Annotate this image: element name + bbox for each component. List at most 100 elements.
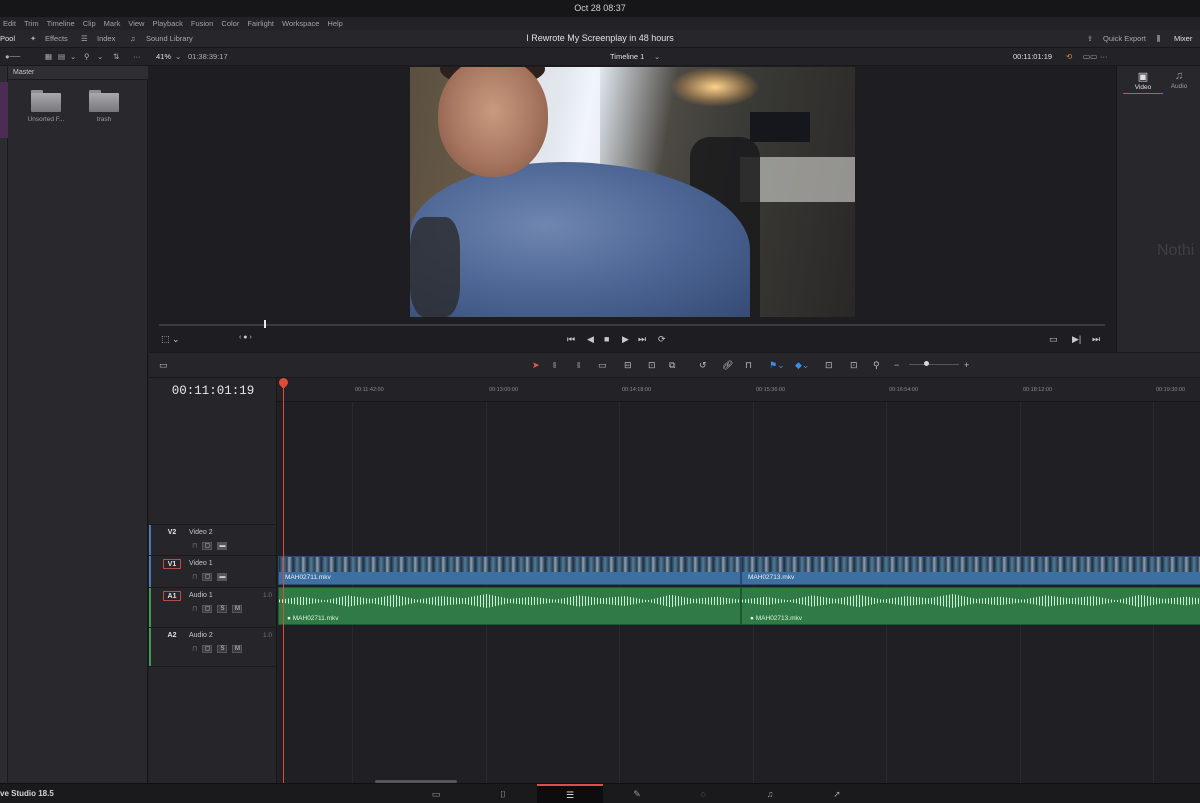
mute-button[interactable]: M: [232, 645, 243, 653]
menu-clip[interactable]: Clip: [83, 19, 96, 28]
edit-page-button[interactable]: ☰: [537, 784, 603, 803]
quick-export-button[interactable]: Quick Export: [1103, 34, 1146, 43]
insert-clip-icon[interactable]: ⊟: [624, 360, 632, 371]
audio-clip[interactable]: ● MAH02711.mkv: [278, 587, 741, 625]
track-header-v2[interactable]: V2 Video 2 ⊓ ▢ ▬: [149, 524, 277, 555]
color-page-button[interactable]: ◌: [670, 784, 736, 803]
media-pool-button[interactable]: Pool: [0, 34, 15, 43]
sound-library-button[interactable]: Sound Library: [146, 34, 193, 43]
zoom-slider-handle[interactable]: [924, 361, 929, 366]
play-reverse-icon[interactable]: ◀: [587, 334, 594, 345]
menu-color[interactable]: Color: [221, 19, 239, 28]
loop-icon[interactable]: ⟳: [658, 334, 666, 345]
tab-video[interactable]: ▣ Video: [1123, 70, 1163, 94]
menu-mark[interactable]: Mark: [104, 19, 121, 28]
chevron-down-icon[interactable]: ⌄: [97, 52, 103, 61]
sort-icon[interactable]: ⇅: [113, 52, 119, 61]
chevron-down-icon[interactable]: ⌄: [175, 52, 181, 61]
menu-workspace[interactable]: Workspace: [282, 19, 319, 28]
custom-zoom-icon[interactable]: ⚲: [873, 360, 880, 371]
export-icon[interactable]: ⇪: [1087, 34, 1093, 43]
chevron-down-icon[interactable]: ⌄: [654, 52, 660, 61]
timeline-ruler[interactable]: 00:11:42:00 00:13:00:00 00:14:18:00 00:1…: [277, 378, 1200, 402]
viewer-scrub-handle[interactable]: [264, 320, 266, 328]
snapping-icon[interactable]: ↺: [699, 360, 707, 371]
menu-fairlight[interactable]: Fairlight: [247, 19, 274, 28]
search-icon[interactable]: ⚲: [84, 52, 90, 61]
solo-button[interactable]: S: [217, 645, 228, 653]
clip-sync-icon[interactable]: ⟲: [1066, 52, 1072, 61]
track-id[interactable]: V1: [163, 559, 181, 569]
track-header-a1[interactable]: A1 Audio 1 1.0 ⊓ ▢ S M: [149, 587, 277, 627]
media-page-button[interactable]: ▭: [403, 784, 469, 803]
deliver-page-button[interactable]: ➚: [804, 784, 870, 803]
menu-trim[interactable]: Trim: [24, 19, 39, 28]
replace-clip-icon[interactable]: ⧉: [669, 360, 675, 371]
lock-icon[interactable]: ⊓: [745, 360, 752, 371]
mixer-icon[interactable]: ⫼: [1157, 34, 1160, 44]
last-frame-icon[interactable]: ⏭: [1092, 334, 1100, 345]
menu-playback[interactable]: Playback: [152, 19, 182, 28]
auto-select-icon[interactable]: ▢: [202, 605, 213, 613]
menu-edit[interactable]: Edit: [3, 19, 16, 28]
auto-select-icon[interactable]: ▢: [202, 573, 213, 581]
track-name[interactable]: Video 1: [189, 560, 213, 567]
dynamic-trim-icon[interactable]: ⧛: [577, 360, 580, 371]
full-extent-zoom-icon[interactable]: ⊡: [825, 360, 833, 371]
next-edit-icon[interactable]: ▶|: [1072, 334, 1081, 345]
track-header-a2[interactable]: A2 Audio 2 1.0 ⊓ ▢ S M: [149, 627, 277, 667]
track-name[interactable]: Audio 1: [189, 592, 213, 599]
folder-unsorted[interactable]: Unsorted F...: [24, 90, 68, 123]
index-icon[interactable]: ☰: [81, 34, 88, 43]
track-name[interactable]: Audio 2: [189, 632, 213, 639]
more-options-icon[interactable]: ···: [133, 52, 141, 61]
menu-help[interactable]: Help: [327, 19, 342, 28]
flag-icon[interactable]: ⚑⌄: [769, 360, 785, 371]
trim-tool-icon[interactable]: ⧚: [553, 360, 556, 371]
overwrite-clip-icon[interactable]: ⊡: [648, 360, 656, 371]
go-to-start-icon[interactable]: ⏮: [567, 334, 575, 345]
play-icon[interactable]: ▶: [622, 334, 629, 345]
match-frame-icon[interactable]: ▭: [1049, 334, 1058, 345]
playhead[interactable]: [283, 378, 284, 783]
menu-timeline[interactable]: Timeline: [47, 19, 75, 28]
sound-library-icon[interactable]: ♫: [130, 34, 136, 43]
audio-clip[interactable]: ● MAH02713.mkv: [741, 587, 1200, 625]
selection-tool-icon[interactable]: ➤: [532, 360, 540, 371]
effects-button[interactable]: Effects: [45, 34, 68, 43]
track-id[interactable]: A1: [163, 591, 181, 601]
track-enable-icon[interactable]: ▬: [217, 542, 228, 550]
timeline-tracks-area[interactable]: 00:11:42:00 00:13:00:00 00:14:18:00 00:1…: [277, 378, 1200, 783]
stop-icon[interactable]: ■: [604, 334, 609, 344]
auto-select-icon[interactable]: ▢: [202, 645, 213, 653]
tab-audio[interactable]: ♫ Audio: [1159, 70, 1199, 90]
track-header-v1[interactable]: V1 Video 1 ⊓ ▢ ▬: [149, 555, 277, 587]
effects-icon[interactable]: ✦: [30, 34, 36, 43]
zoom-level[interactable]: 41%: [156, 52, 171, 61]
timeline-view-options-icon[interactable]: ▭: [159, 360, 168, 371]
mute-button[interactable]: M: [232, 605, 243, 613]
track-name[interactable]: Video 2: [189, 529, 213, 536]
linked-selection-icon[interactable]: 🔗︎: [722, 360, 733, 371]
lock-icon[interactable]: ⊓: [192, 542, 197, 550]
detail-zoom-icon[interactable]: ⊡: [850, 360, 858, 371]
zoom-in-icon[interactable]: +: [964, 360, 969, 370]
fairlight-page-button[interactable]: ♫: [737, 784, 803, 803]
index-button[interactable]: Index: [97, 34, 115, 43]
go-to-end-icon[interactable]: ⏭: [638, 334, 646, 345]
solo-button[interactable]: S: [217, 605, 228, 613]
thumbnail-slider-icon[interactable]: ●──: [5, 52, 20, 61]
jog-control-icon[interactable]: ‹ ● ›: [239, 334, 252, 341]
lock-icon[interactable]: ⊓: [192, 645, 197, 653]
video-clip[interactable]: MAH02713.mkv: [741, 556, 1200, 585]
lock-icon[interactable]: ⊓: [192, 605, 197, 613]
menu-fusion[interactable]: Fusion: [191, 19, 214, 28]
more-options-icon[interactable]: ···: [1100, 52, 1108, 61]
track-enable-icon[interactable]: ▬: [217, 573, 228, 581]
chevron-down-icon[interactable]: ⌄: [70, 52, 76, 61]
blade-tool-icon[interactable]: ▭: [598, 360, 607, 371]
video-frame[interactable]: [410, 67, 855, 317]
cut-page-button[interactable]: ⌷: [470, 784, 536, 803]
list-view-icon[interactable]: ▤: [58, 52, 65, 61]
timeline-selector[interactable]: Timeline 1: [610, 52, 644, 61]
